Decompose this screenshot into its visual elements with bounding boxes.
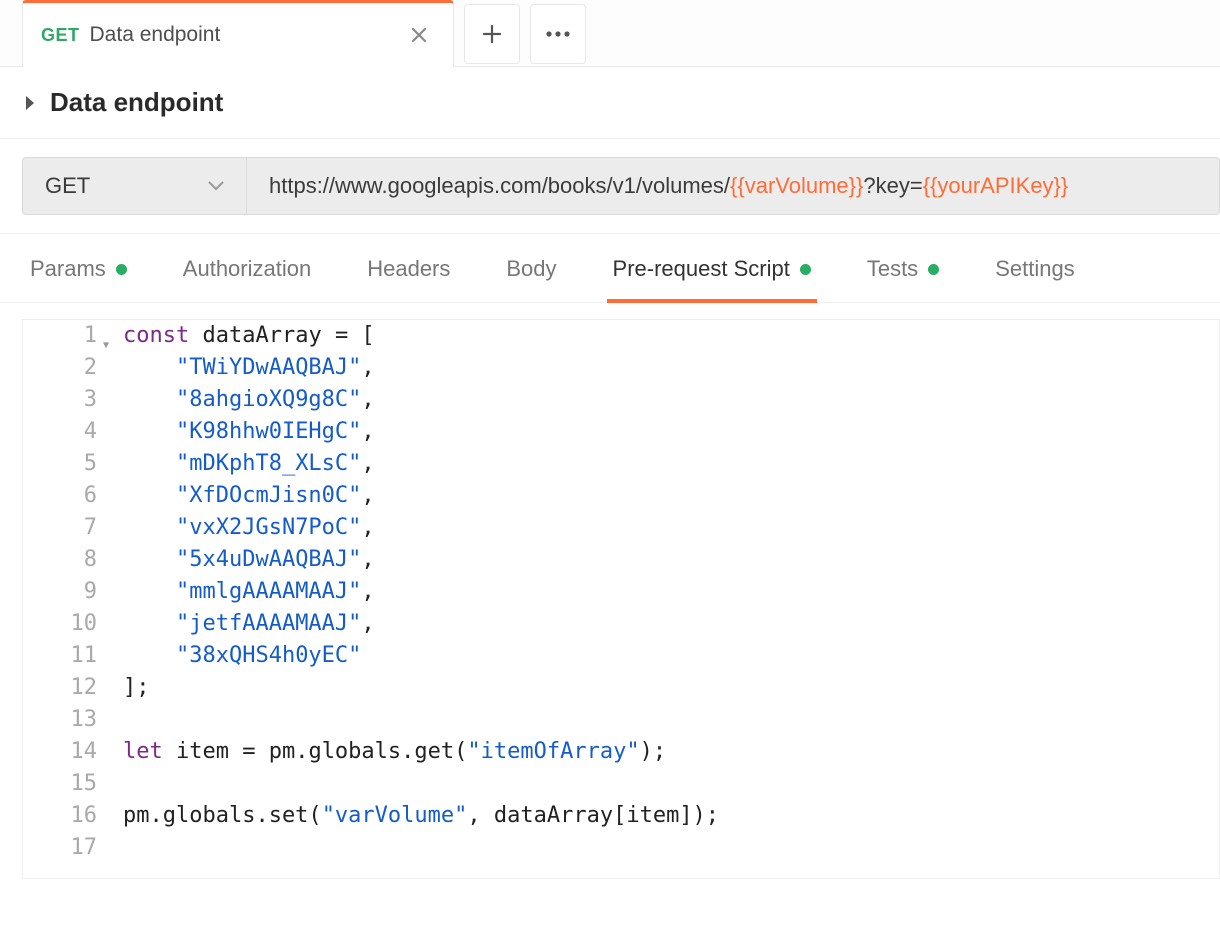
tab-method-badge: GET	[41, 25, 80, 46]
line-number: 16	[71, 803, 98, 828]
line-number: 6	[84, 483, 97, 508]
token-string: "5x4uDwAAQBAJ"	[176, 547, 361, 572]
line-number: 3	[84, 387, 97, 412]
code-lines: 1▼const dataArray = [ 2 "TWiYDwAAQBAJ", …	[23, 320, 1219, 864]
caret-right-icon	[24, 95, 36, 111]
token-string: "mDKphT8_XLsC"	[176, 451, 361, 476]
line-number: 11	[71, 643, 98, 668]
close-icon[interactable]	[403, 19, 435, 51]
line-number: 5	[84, 451, 97, 476]
line-number: 10	[71, 611, 98, 636]
status-dot-icon	[928, 264, 939, 275]
token-string: "8ahgioXQ9g8C"	[176, 387, 361, 412]
url-base: https://www.googleapis.com/books/v1/volu…	[269, 173, 730, 199]
token-punc: ,	[361, 355, 374, 380]
token-string: "itemOfArray"	[467, 739, 639, 764]
token-punc: ,	[361, 419, 374, 444]
line-number: 2	[84, 355, 97, 380]
tab-label: Authorization	[183, 256, 311, 282]
token-punc: ,	[361, 579, 374, 604]
token-string: "mmlgAAAAMAAJ"	[176, 579, 361, 604]
token-punc: ,	[361, 387, 374, 412]
token-punc: ,	[361, 547, 374, 572]
code-editor[interactable]: 1▼const dataArray = [ 2 "TWiYDwAAQBAJ", …	[22, 319, 1220, 879]
url-input[interactable]: https://www.googleapis.com/books/v1/volu…	[246, 157, 1220, 215]
tab-label: Body	[506, 256, 556, 282]
line-number: 17	[71, 835, 98, 860]
new-tab-button[interactable]	[464, 4, 520, 64]
tab-label: Settings	[995, 256, 1075, 282]
http-method-select[interactable]: GET	[22, 157, 246, 215]
tab-label: Headers	[367, 256, 450, 282]
token-ident: item = pm.globals.get(	[163, 739, 468, 764]
token-keyword: const	[123, 323, 189, 348]
token-punc: );	[640, 739, 667, 764]
request-tab[interactable]: GET Data endpoint	[22, 0, 454, 67]
line-number: 15	[71, 771, 98, 796]
tab-params[interactable]: Params	[30, 256, 127, 302]
line-number: 4	[84, 419, 97, 444]
tab-label: Tests	[867, 256, 918, 282]
line-number: 7	[84, 515, 97, 540]
token-ident: pm.globals.set(	[123, 803, 322, 828]
tab-title: Data endpoint	[90, 23, 403, 47]
tab-tests[interactable]: Tests	[867, 256, 939, 302]
request-subtabs: Params Authorization Headers Body Pre-re…	[0, 234, 1220, 303]
line-number: 9	[84, 579, 97, 604]
url-query-prefix: ?key=	[863, 173, 922, 199]
url-row: GET https://www.googleapis.com/books/v1/…	[0, 139, 1220, 234]
chevron-down-icon	[208, 181, 224, 191]
url-variable: {{yourAPIKey}}	[923, 173, 1069, 199]
tab-label: Params	[30, 256, 106, 282]
token-ident: , dataArray[item]);	[467, 803, 719, 828]
line-number: 13	[71, 707, 98, 732]
token-string: "varVolume"	[322, 803, 468, 828]
token-string: "jetfAAAAMAAJ"	[176, 611, 361, 636]
token-punc: ];	[123, 675, 150, 700]
line-number: 12	[71, 675, 98, 700]
tab-headers[interactable]: Headers	[367, 256, 450, 302]
token-punc: ,	[361, 483, 374, 508]
token-punc: = [	[335, 323, 375, 348]
token-punc: ,	[361, 451, 374, 476]
line-number: 14	[71, 739, 98, 764]
line-number: 8	[84, 547, 97, 572]
tab-pre-request-script[interactable]: Pre-request Script	[613, 256, 811, 302]
line-number: 1	[84, 323, 97, 348]
token-ident: dataArray	[189, 323, 335, 348]
token-string: "K98hhw0IEHgC"	[176, 419, 361, 444]
http-method-value: GET	[45, 173, 90, 199]
tab-body[interactable]: Body	[506, 256, 556, 302]
request-name: Data endpoint	[50, 87, 223, 118]
url-variable: {{varVolume}}	[730, 173, 863, 199]
token-punc: ,	[361, 611, 374, 636]
token-string: "TWiYDwAAQBAJ"	[176, 355, 361, 380]
tab-overflow-button[interactable]	[530, 4, 586, 64]
tab-label: Pre-request Script	[613, 256, 790, 282]
token-punc: ,	[361, 515, 374, 540]
tab-strip: GET Data endpoint	[0, 0, 1220, 67]
token-string: "38xQHS4h0yEC"	[176, 643, 361, 668]
tab-settings[interactable]: Settings	[995, 256, 1075, 302]
tab-authorization[interactable]: Authorization	[183, 256, 311, 302]
status-dot-icon	[800, 264, 811, 275]
token-keyword: let	[123, 739, 163, 764]
request-heading[interactable]: Data endpoint	[0, 67, 1220, 139]
status-dot-icon	[116, 264, 127, 275]
token-string: "vxX2JGsN7PoC"	[176, 515, 361, 540]
token-string: "XfDOcmJisn0C"	[176, 483, 361, 508]
